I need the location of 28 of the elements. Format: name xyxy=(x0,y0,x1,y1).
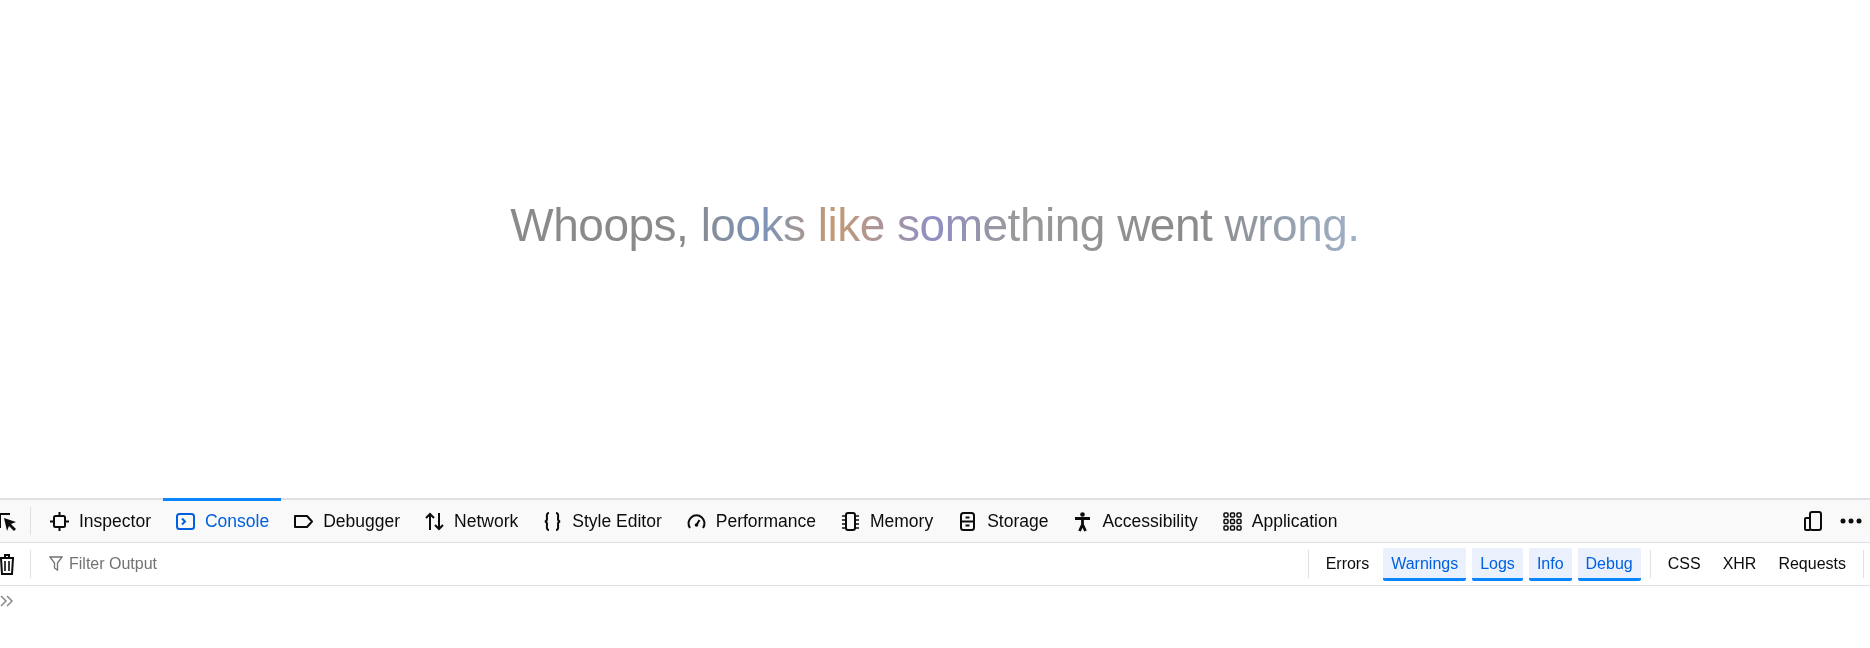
devtools-tab[interactable]: Memory xyxy=(827,498,946,542)
console-icon xyxy=(175,511,196,532)
devtools-tab[interactable]: Accessibility xyxy=(1060,498,1210,542)
filter-button[interactable]: XHR xyxy=(1714,547,1765,581)
more-icon[interactable] xyxy=(1840,518,1862,524)
devtools-tab[interactable]: Performance xyxy=(673,498,828,542)
devtools-tab[interactable]: Debugger xyxy=(281,498,413,542)
prompt-icon xyxy=(0,594,14,608)
devtools-tab[interactable]: Console xyxy=(163,498,282,542)
filter-button[interactable]: Requests xyxy=(1770,547,1854,581)
devtools-tab[interactable]: Application xyxy=(1209,498,1350,542)
devtools-tab[interactable]: Inspector xyxy=(37,498,163,542)
arrows-icon xyxy=(424,511,446,532)
filter-button[interactable]: Debug xyxy=(1577,547,1641,581)
trash-icon[interactable] xyxy=(0,552,14,576)
filter-button[interactable]: Info xyxy=(1528,547,1572,581)
chip-icon xyxy=(49,511,70,532)
filter-icon xyxy=(49,556,63,572)
filter-button[interactable]: Logs xyxy=(1472,547,1523,581)
devtools-tab[interactable]: Style Editor xyxy=(530,498,674,542)
filter-button[interactable]: CSS xyxy=(1659,547,1709,581)
grid-icon xyxy=(1221,511,1243,532)
memory-icon xyxy=(839,511,861,532)
devtools-tab[interactable]: Storage xyxy=(945,498,1061,542)
filter-button[interactable]: Errors xyxy=(1317,547,1378,581)
devtools-tab[interactable]: Network xyxy=(412,498,531,542)
responsive-design-icon[interactable] xyxy=(1802,510,1824,532)
filter-button[interactable]: Warnings xyxy=(1383,547,1467,581)
